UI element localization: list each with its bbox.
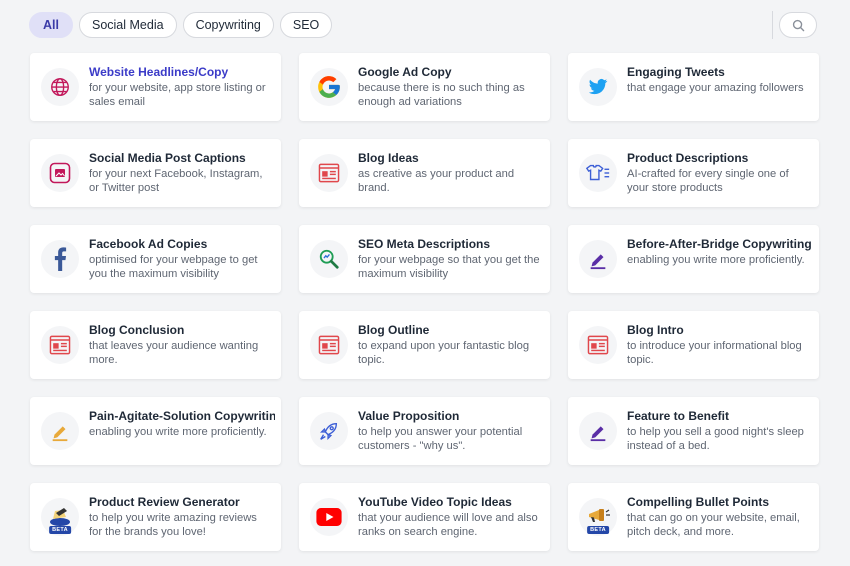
card-title: Facebook Ad Copies	[89, 237, 208, 251]
review-writing-icon: BETA	[41, 498, 79, 536]
card-description: that can go on your website, email, pitc…	[627, 512, 800, 538]
card-title: Blog Conclusion	[89, 323, 185, 337]
megaphone-icon: BETA	[579, 498, 617, 536]
search-button[interactable]	[779, 12, 817, 38]
card-description: that leaves your audience wanting more.	[89, 340, 259, 366]
filter-social-media[interactable]: Social Media	[78, 12, 177, 38]
template-card-feature-to-benefit[interactable]: Feature to Benefit to help you sell a go…	[568, 397, 819, 465]
divider	[772, 11, 773, 39]
card-title: Product Descriptions	[627, 151, 749, 165]
template-card-before-after-bridge[interactable]: Before-After-Bridge Copywriting enabling…	[568, 225, 819, 293]
card-description: AI-crafted for every single one of your …	[627, 168, 789, 194]
facebook-icon	[41, 240, 79, 278]
template-card-pain-agitate-solution[interactable]: Pain-Agitate-Solution Copywriting enabli…	[30, 397, 281, 465]
image-icon	[41, 154, 79, 192]
template-card-seo-meta-descriptions[interactable]: SEO Meta Descriptions for your webpage s…	[299, 225, 550, 293]
template-card-blog-ideas[interactable]: Blog Ideas as creative as your product a…	[299, 139, 550, 207]
template-card-product-descriptions[interactable]: Product Descriptions AI-crafted for ever…	[568, 139, 819, 207]
template-card-google-ad-copy[interactable]: Google Ad Copy because there is no such …	[299, 53, 550, 121]
card-title: YouTube Video Topic Ideas	[358, 495, 512, 509]
card-description: to help you answer your potential custom…	[358, 426, 523, 452]
card-description: for your website, app store listing or s…	[89, 82, 266, 108]
template-card-social-media-captions[interactable]: Social Media Post Captions for your next…	[30, 139, 281, 207]
template-card-website-headlines[interactable]: Website Headlines/Copy for your website,…	[30, 53, 281, 121]
card-title: Feature to Benefit	[627, 409, 730, 423]
card-title: Blog Ideas	[358, 151, 419, 165]
template-card-value-proposition[interactable]: Value Proposition to help you answer you…	[299, 397, 550, 465]
article-icon	[310, 326, 348, 364]
card-title: SEO Meta Descriptions	[358, 237, 491, 251]
article-icon	[579, 326, 617, 364]
pen-icon	[579, 240, 617, 278]
card-description: because there is no such thing as enough…	[358, 82, 525, 108]
card-description: to help you write amazing reviews for th…	[89, 512, 257, 538]
template-grid: Website Headlines/Copy for your website,…	[30, 53, 819, 551]
template-card-youtube-topic-ideas[interactable]: YouTube Video Topic Ideas that your audi…	[299, 483, 550, 551]
card-description: for your next Facebook, Instagram, or Tw…	[89, 168, 263, 194]
pen-icon	[41, 412, 79, 450]
card-description: enabling you write more proficiently.	[89, 426, 267, 438]
card-description: enabling you write more proficiently.	[627, 254, 805, 266]
template-card-engaging-tweets[interactable]: Engaging Tweets that engage your amazing…	[568, 53, 819, 121]
card-title: Blog Intro	[627, 323, 684, 337]
card-title: Pain-Agitate-Solution Copywriting	[89, 409, 275, 423]
shirt-list-icon	[579, 154, 617, 192]
template-card-product-review-generator[interactable]: BETA Product Review Generator to help yo…	[30, 483, 281, 551]
youtube-icon	[310, 498, 348, 536]
card-title: Engaging Tweets	[627, 65, 725, 79]
card-description: that engage your amazing followers	[627, 82, 804, 94]
twitter-icon	[579, 68, 617, 106]
card-title: Value Proposition	[358, 409, 460, 423]
filter-seo[interactable]: SEO	[279, 12, 333, 38]
template-card-blog-outline[interactable]: Blog Outline to expand upon your fantast…	[299, 311, 550, 379]
search-icon	[792, 19, 804, 31]
search-area	[772, 11, 817, 39]
template-card-blog-conclusion[interactable]: Blog Conclusion that leaves your audienc…	[30, 311, 281, 379]
template-card-facebook-ad-copies[interactable]: Facebook Ad Copies optimised for your we…	[30, 225, 281, 293]
beta-badge: BETA	[49, 526, 71, 534]
card-title: Compelling Bullet Points	[627, 495, 770, 509]
magnifier-seo-icon	[310, 240, 348, 278]
card-description: to help you sell a good night's sleep in…	[627, 426, 804, 452]
card-title: Product Review Generator	[89, 495, 240, 509]
card-description: to expand upon your fantastic blog topic…	[358, 340, 530, 366]
google-icon	[310, 68, 348, 106]
card-title: Social Media Post Captions	[89, 151, 246, 165]
card-title: Website Headlines/Copy	[89, 65, 229, 79]
card-title: Before-After-Bridge Copywriting	[627, 237, 812, 251]
card-description: optimised for your webpage to get you th…	[89, 254, 258, 280]
card-description: that your audience will love and also ra…	[358, 512, 538, 538]
category-filter-bar: All Social Media Copywriting SEO	[29, 11, 817, 39]
article-icon	[41, 326, 79, 364]
template-card-compelling-bullet-points[interactable]: BETA Compelling Bullet Points that can g…	[568, 483, 819, 551]
card-description: as creative as your product and brand.	[358, 168, 515, 194]
filter-copywriting[interactable]: Copywriting	[182, 12, 274, 38]
globe-icon	[41, 68, 79, 106]
card-title: Blog Outline	[358, 323, 430, 337]
rocket-icon	[310, 412, 348, 450]
filter-all[interactable]: All	[29, 12, 73, 38]
beta-badge: BETA	[587, 526, 609, 534]
card-title: Google Ad Copy	[358, 65, 452, 79]
card-description: to introduce your informational blog top…	[627, 340, 802, 366]
template-card-blog-intro[interactable]: Blog Intro to introduce your information…	[568, 311, 819, 379]
card-description: for your webpage so that you get the max…	[358, 254, 540, 280]
article-icon	[310, 154, 348, 192]
pen-icon	[579, 412, 617, 450]
